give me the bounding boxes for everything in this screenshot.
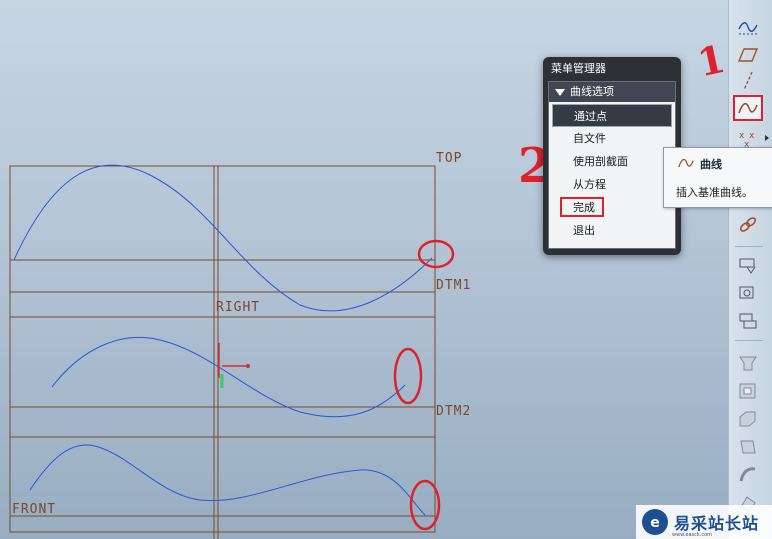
feature-icon-4 (740, 440, 756, 454)
view-button-2[interactable] (733, 280, 763, 306)
chain-button[interactable] (733, 212, 763, 238)
front-plane-frame (9, 436, 436, 533)
view-icon-2 (739, 286, 754, 299)
curve-top (13, 164, 433, 312)
menu-panel: 曲线选项 通过点 自文件 使用剖截面 从方程 完成 退出 (548, 81, 676, 249)
datum-label-front: FRONT (12, 502, 57, 517)
datum-curves (13, 164, 433, 516)
menu-item-from-file[interactable]: 自文件 (549, 127, 675, 150)
sketch-curve-button[interactable] (733, 14, 763, 40)
watermark-logo-icon: e (642, 509, 668, 535)
feature-icon-2 (739, 383, 756, 399)
top-plane-frame (9, 165, 436, 293)
toolbar-separator (735, 340, 763, 341)
datum-plane-icon (737, 48, 759, 62)
feature-button-3[interactable] (733, 406, 763, 432)
menu-item-done[interactable]: 完成 (549, 196, 675, 219)
datum-label-top: TOP (436, 151, 463, 166)
menu-item-quit[interactable]: 退出 (549, 219, 675, 242)
svg-text:x: x (749, 131, 755, 141)
sketch-curve-icon (738, 22, 758, 35)
curve-options-section[interactable]: 曲线选项 (549, 82, 675, 102)
datum-axis-button[interactable] (733, 68, 763, 94)
datum-label-dtm2: DTM2 (436, 404, 472, 419)
menu-item-through-points[interactable]: 通过点 (552, 104, 672, 127)
highlight-circle-middle (393, 347, 423, 405)
datum-label-right: RIGHT (216, 300, 261, 315)
datum-curve-icon (738, 102, 758, 114)
datum-toolbar: xxx (728, 0, 772, 539)
datum-point-icon: x xx (739, 131, 755, 149)
highlight-circle-top (417, 239, 455, 269)
feature-button-5[interactable] (733, 462, 763, 488)
flyout-arrow-icon[interactable] (765, 135, 769, 141)
view-icon-3 (739, 313, 757, 329)
curve-bottom (29, 444, 426, 516)
watermark-sub: www.easck.com (672, 532, 713, 538)
watermark: e 易采站长站 www.easck.com (636, 505, 772, 539)
tooltip-description: 插入基准曲线。 (676, 186, 753, 199)
datum-plane-button[interactable] (733, 42, 763, 68)
view-icon-1 (739, 258, 756, 274)
collapse-triangle-icon (555, 88, 565, 96)
datum-curve-button[interactable] (733, 95, 763, 121)
feature-icon-3 (739, 411, 756, 427)
curve-tooltip: 曲线 插入基准曲线。 (663, 147, 772, 208)
datum-planes (9, 165, 436, 539)
curve-middle (51, 336, 406, 418)
datum-label-dtm1: DTM1 (436, 278, 472, 293)
menu-manager-title: 菜单管理器 (551, 62, 606, 75)
menu-manager-panel: 菜单管理器 曲线选项 通过点 自文件 使用剖截面 从方程 完成 退出 (543, 57, 681, 255)
feature-button-4[interactable] (733, 434, 763, 460)
feature-icon-5 (739, 467, 756, 482)
chain-icon (739, 217, 757, 232)
feature-icon-1 (739, 356, 757, 371)
datum-curve-icon (678, 158, 694, 168)
view-button-1[interactable] (733, 252, 763, 278)
coordinate-marker (218, 343, 250, 388)
menu-item-from-equation[interactable]: 从方程 (549, 173, 675, 196)
tooltip-title: 曲线 (700, 158, 722, 171)
section-label: 曲线选项 (570, 85, 614, 98)
feature-button-2[interactable] (733, 378, 763, 404)
watermark-text: 易采站长站 (674, 514, 760, 533)
menu-item-use-xsec[interactable]: 使用剖截面 (549, 150, 675, 173)
toolbar-separator (735, 246, 763, 247)
feature-button-1[interactable] (733, 350, 763, 376)
view-button-3[interactable] (733, 308, 763, 334)
done-highlight-box (560, 197, 604, 217)
datum-axis-icon (743, 71, 753, 91)
svg-text:e: e (650, 515, 660, 531)
